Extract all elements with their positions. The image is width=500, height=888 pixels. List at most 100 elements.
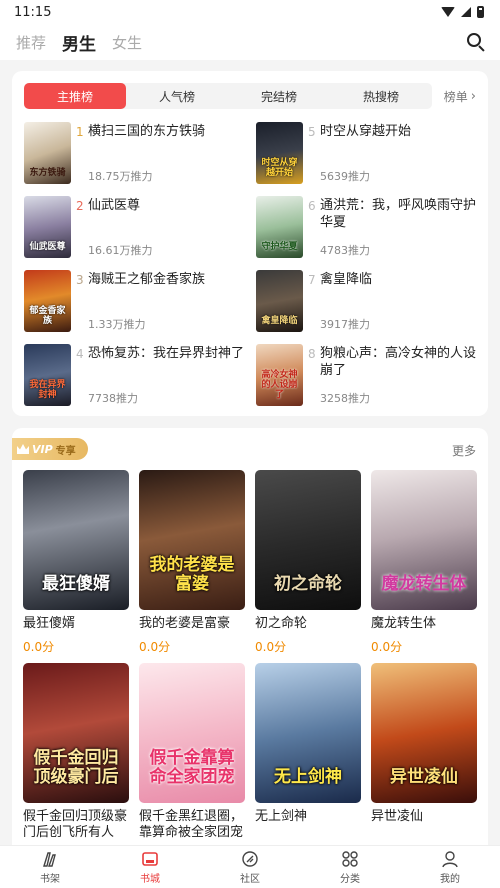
book-cover: 异世凌仙 (371, 663, 477, 803)
book-score: 0.0分 (255, 640, 287, 654)
cover-title: 最狂傻婿 (42, 574, 110, 594)
book-title: 假千金回归顶级豪门后创飞所有人 (23, 809, 128, 840)
rank-number: 3 (76, 273, 84, 287)
rank-book-title: 禽皇降临 (320, 272, 373, 287)
tab-community[interactable]: 社区 (200, 846, 300, 888)
book-cover: 禽皇降临 (256, 270, 303, 332)
rank-popularity: 16.61万推力 (88, 244, 153, 257)
rank-item[interactable]: 仙武医尊 2 仙武医尊 16.61万推力 (24, 196, 250, 262)
book-cover: 假千金回归顶级豪门后 (23, 663, 129, 803)
tab-bookstore-label: 书城 (140, 873, 160, 885)
cover-title: 假千金回归顶级豪门后 (33, 748, 119, 787)
book-score: 0.0分 (371, 640, 403, 654)
book-cover: 最狂傻婿 (23, 470, 129, 610)
rank-item[interactable]: 时空从穿越开始 5 时空从穿越开始 5639推力 (256, 122, 482, 188)
rank-item[interactable]: 郁金香家族 3 海贼王之郁金香家族 1.33万推力 (24, 270, 250, 336)
book-cover: 我的老婆是富婆 (139, 470, 245, 610)
status-icons (441, 6, 484, 18)
book-cover: 东方铁骑 (24, 122, 71, 184)
rank-number: 7 (308, 273, 316, 287)
bottom-tab-bar: 书架 书城 社区 分类 我的 (0, 845, 500, 888)
cover-title: 禽皇降临 (261, 316, 298, 326)
book-cover: 我在异界封神 (24, 344, 71, 406)
cover-title: 守护华夏 (261, 242, 298, 252)
tab-profile-label: 我的 (440, 873, 460, 885)
tab-male[interactable]: 男生 (62, 30, 96, 55)
tab-bookshelf[interactable]: 书架 (0, 846, 100, 888)
cover-title: 我的老婆是富婆 (149, 555, 235, 594)
rank-book-title: 横扫三国的东方铁骑 (88, 124, 206, 139)
cover-title: 时空从穿越开始 (261, 158, 298, 178)
rank-item[interactable]: 东方铁骑 1 横扫三国的东方铁骑 18.75万推力 (24, 122, 250, 188)
vip-more-link[interactable]: 更多 (452, 442, 476, 459)
cover-title: 郁金香家族 (29, 306, 66, 326)
cover-title: 东方铁骑 (29, 168, 66, 178)
rank-item[interactable]: 守护华夏 6 通洪荒：我，呼风唤雨守护华夏 4783推力 (256, 196, 482, 262)
rank-number: 5 (308, 125, 316, 139)
rank-number: 2 (76, 199, 84, 213)
vip-section: VIP 专享 更多 最狂傻婿 最狂傻婿 0.0分 我的老婆是富婆 我的老婆是富豪… (12, 428, 488, 848)
cover-title: 我在异界封神 (29, 380, 66, 400)
bookshelf-icon (43, 851, 56, 867)
rank-popularity: 3917推力 (320, 318, 370, 331)
book-cover: 守护华夏 (256, 196, 303, 258)
ranking-tabs: 主推榜 人气榜 完结榜 热搜榜 (24, 83, 432, 109)
tab-finished-rank[interactable]: 完结榜 (228, 83, 330, 109)
profile-icon (442, 850, 458, 867)
rank-number: 8 (308, 347, 316, 361)
rank-number: 6 (308, 199, 316, 213)
book-cover: 高冷女神的人设崩了 (256, 344, 303, 406)
tab-female[interactable]: 女生 (112, 32, 142, 53)
rank-number: 1 (76, 125, 84, 139)
rank-popularity: 3258推力 (320, 392, 370, 405)
rank-popularity: 18.75万推力 (88, 170, 153, 183)
rank-popularity: 4783推力 (320, 244, 370, 257)
book-cover: 假千金靠算命全家团宠 (139, 663, 245, 803)
rank-book-title: 通洪荒：我，呼风唤雨守护华夏 (320, 198, 477, 230)
crown-icon (17, 444, 29, 454)
tab-profile[interactable]: 我的 (400, 846, 500, 888)
vip-badge-subtext: 专享 (55, 445, 76, 457)
tab-category[interactable]: 分类 (300, 846, 400, 888)
top-navigation: 推荐 男生 女生 (0, 24, 500, 60)
book-cover: 时空从穿越开始 (256, 122, 303, 184)
tab-category-label: 分类 (340, 873, 360, 885)
rank-book-title: 海贼王之郁金香家族 (88, 272, 206, 287)
wifi-icon (441, 7, 455, 17)
rank-book-title: 恐怖复苏：我在异界封神了 (88, 346, 245, 361)
chevron-right-icon: › (470, 89, 476, 104)
book-score: 0.0分 (139, 640, 171, 654)
book-title: 无上剑神 (255, 809, 308, 824)
book-title: 我的老婆是富豪 (139, 616, 231, 631)
rank-number: 4 (76, 347, 84, 361)
book-cover: 郁金香家族 (24, 270, 71, 332)
tab-main-rank[interactable]: 主推榜 (24, 83, 126, 109)
ranking-more-label: 榜单 (443, 90, 468, 104)
book-title: 异世凌仙 (371, 809, 424, 824)
rank-book-title: 狗粮心声：高冷女神的人设崩了 (320, 346, 477, 378)
tab-recommend[interactable]: 推荐 (16, 32, 46, 53)
status-time: 11:15 (14, 4, 52, 20)
tab-popular-rank[interactable]: 人气榜 (126, 83, 228, 109)
rank-item[interactable]: 禽皇降临 7 禽皇降临 3917推力 (256, 270, 482, 336)
cover-title: 异世凌仙 (390, 767, 458, 787)
rank-popularity: 7738推力 (88, 392, 138, 405)
rank-item[interactable]: 高冷女神的人设崩了 8 狗粮心声：高冷女神的人设崩了 3258推力 (256, 344, 482, 410)
tab-bookstore[interactable]: 书城 (100, 846, 200, 888)
rank-book-title: 仙武医尊 (88, 198, 141, 213)
book-title: 魔龙转生体 (371, 616, 437, 631)
book-title: 最狂傻婿 (23, 616, 76, 631)
vip-badge: VIP 专享 (12, 438, 88, 460)
rank-popularity: 5639推力 (320, 170, 370, 183)
rank-book-title: 时空从穿越开始 (320, 124, 412, 139)
tab-community-label: 社区 (240, 873, 260, 885)
book-cover: 魔龙转生体 (371, 470, 477, 610)
ranking-more-link[interactable]: 榜单 › (444, 88, 476, 105)
battery-icon (477, 6, 484, 18)
book-cover: 初之命轮 (255, 470, 361, 610)
search-icon[interactable] (466, 32, 486, 52)
status-bar: 11:15 (0, 0, 500, 24)
rank-popularity: 1.33万推力 (88, 318, 146, 331)
rank-item[interactable]: 我在异界封神 4 恐怖复苏：我在异界封神了 7738推力 (24, 344, 250, 410)
tab-hot-search-rank[interactable]: 热搜榜 (330, 83, 432, 109)
